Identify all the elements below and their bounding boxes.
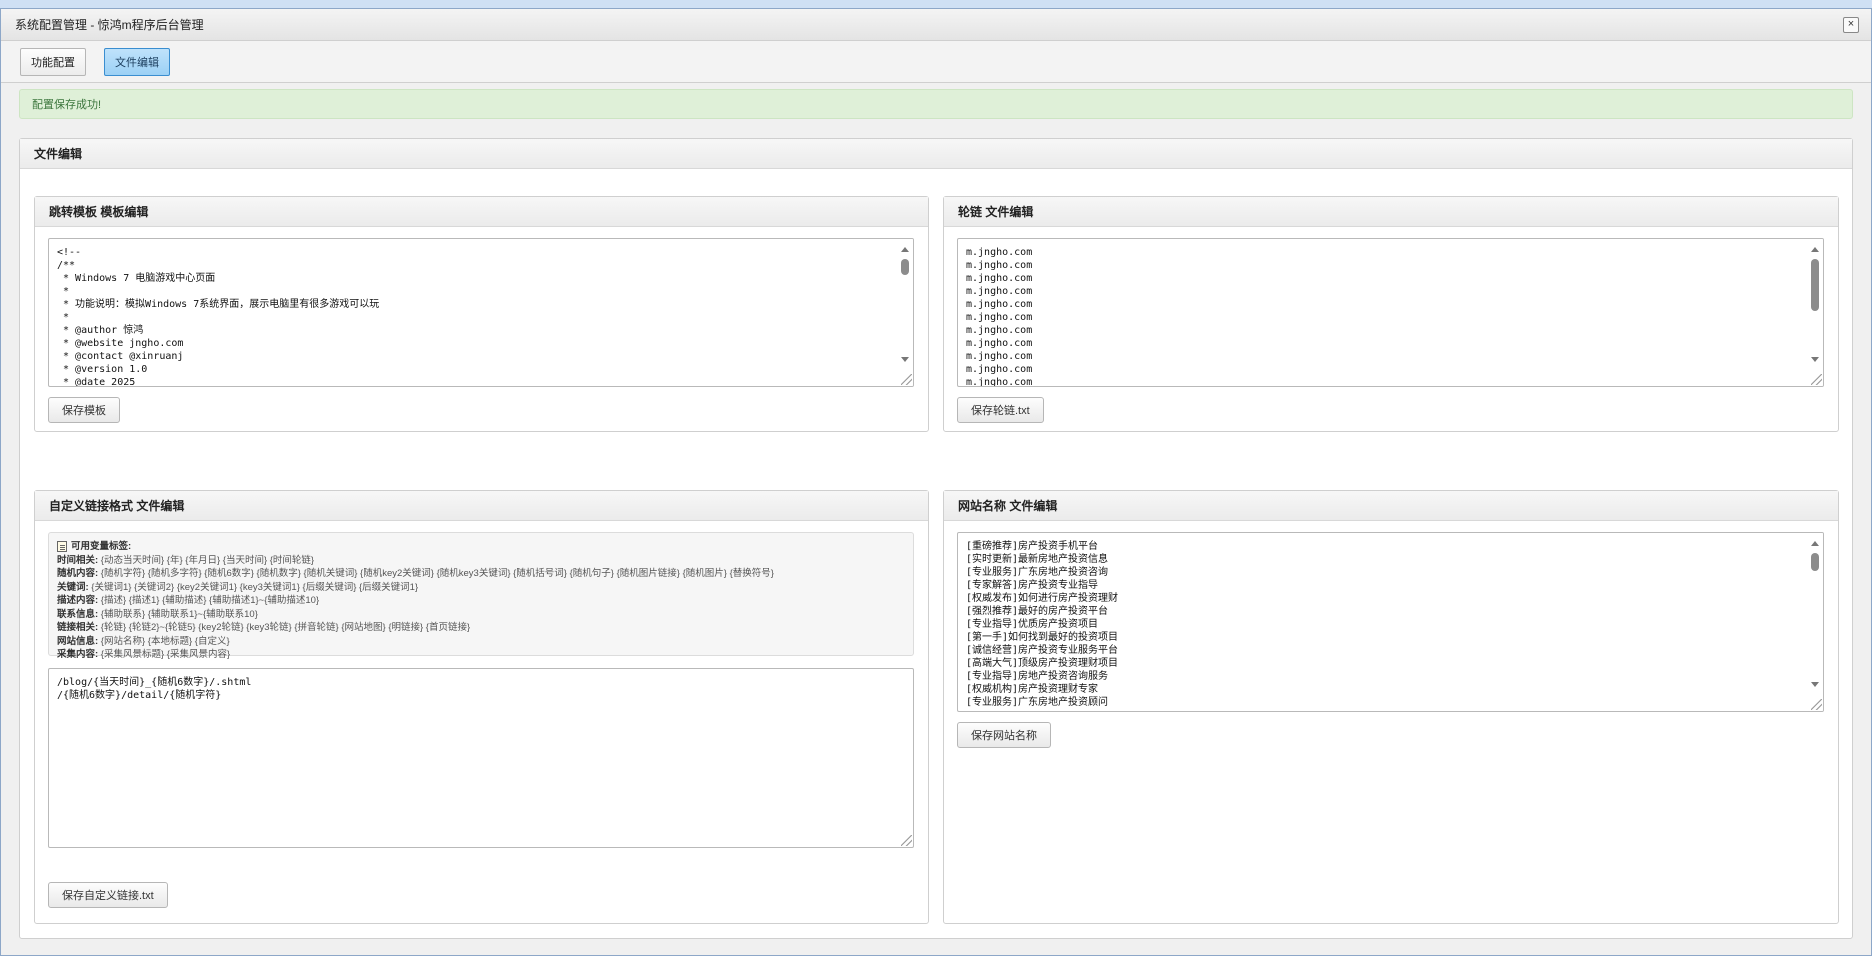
- variable-row: 采集内容: {采集风景标题} {采集风景内容}: [57, 648, 905, 662]
- variable-values: {轮链} {轮链2}~{轮链5} {key2轮链} {key3轮链} {拼音轮链…: [98, 622, 471, 633]
- variable-values: {辅助联系} {辅助联系1}~{辅助联系10}: [98, 608, 258, 620]
- variable-values: {随机字符} {随机多字符} {随机6数字} {随机数字} {随机关键词} {随…: [98, 568, 774, 579]
- site-name-editor-content: [重磅推荐]房产投资手机平台 [实时更新]最新房地产投资信息 [专业服务]广东房…: [966, 541, 1119, 708]
- window-title: 系统配置管理 - 惊鸿m程序后台管理: [15, 18, 204, 32]
- variable-values: {采集风景标题} {采集风景内容}: [98, 649, 231, 660]
- resize-grip-icon[interactable]: [1811, 699, 1822, 710]
- template-editor[interactable]: <!-- /** * Windows 7 电脑游戏中心页面 * * 功能说明：模…: [48, 238, 914, 387]
- resize-grip-icon[interactable]: [901, 835, 912, 846]
- success-alert: 配置保存成功!: [19, 89, 1853, 119]
- scroll-up-icon[interactable]: [1811, 541, 1819, 546]
- variable-row: 描述内容: {描述} {描述1} {辅助描述} {辅助描述1}~{辅助描述10}: [57, 594, 905, 608]
- scroll-thumb[interactable]: [1811, 553, 1819, 571]
- tab-function-config[interactable]: 功能配置: [20, 47, 86, 76]
- variable-key: 描述内容:: [57, 595, 99, 606]
- variable-row: 时间相关: {动态当天时间} {年} {年月日} {当天时间} {时间轮链}: [57, 554, 905, 568]
- variable-key: 时间相关:: [57, 554, 99, 566]
- title-bar: 系统配置管理 - 惊鸿m程序后台管理 ×: [1, 9, 1871, 41]
- variable-key: 网站信息:: [57, 635, 99, 647]
- save-site-name-button[interactable]: 保存网站名称: [957, 722, 1051, 748]
- template-panel-title: 跳转模板 模板编辑: [35, 197, 928, 227]
- resize-grip-icon[interactable]: [1811, 374, 1822, 385]
- variable-key: 采集内容:: [57, 649, 99, 660]
- carousel-editor-content: m.jngho.com m.jngho.com m.jngho.com m.jn…: [966, 247, 1033, 387]
- resize-grip-icon[interactable]: [901, 374, 912, 385]
- variable-row: 链接相关: {轮链} {轮链2}~{轮链5} {key2轮链} {key3轮链}…: [57, 621, 905, 635]
- memo-icon: [57, 541, 67, 553]
- scroll-thumb[interactable]: [901, 259, 909, 275]
- carousel-panel-title: 轮链 文件编辑: [944, 197, 1838, 227]
- variable-values: {网站名称} {本地标题} {自定义}: [98, 635, 230, 647]
- scroll-thumb[interactable]: [1811, 259, 1819, 311]
- scroll-up-icon[interactable]: [901, 247, 909, 252]
- variables-help-box: 可用变量标签: 时间相关: {动态当天时间} {年} {年月日} {当天时间} …: [48, 532, 914, 660]
- custom-link-panel: 自定义链接格式 文件编辑 可用变量标签: 时间相关: {动态当天时间} {年} …: [34, 490, 929, 924]
- site-name-editor[interactable]: [重磅推荐]房产投资手机平台 [实时更新]最新房地产投资信息 [专业服务]广东房…: [957, 532, 1824, 712]
- variables-header: 可用变量标签:: [57, 540, 905, 554]
- scroll-down-icon[interactable]: [1811, 682, 1819, 687]
- site-name-panel: 网站名称 文件编辑 [重磅推荐]房产投资手机平台 [实时更新]最新房地产投资信息…: [943, 490, 1839, 924]
- save-carousel-button[interactable]: 保存轮链.txt: [957, 397, 1044, 423]
- scroll-up-icon[interactable]: [1811, 247, 1819, 252]
- file-edit-section: 文件编辑 跳转模板 模板编辑 <!-- /** * Windows 7 电脑游戏…: [19, 138, 1853, 939]
- variable-key: 链接相关:: [57, 622, 99, 633]
- scroll-down-icon[interactable]: [901, 357, 909, 362]
- variable-row: 随机内容: {随机字符} {随机多字符} {随机6数字} {随机数字} {随机关…: [57, 567, 905, 581]
- tab-bar: 功能配置 文件编辑: [1, 41, 1871, 83]
- variable-values: {关键词1} {关键词2} {key2关键词1} {key3关键词1} {后缀关…: [88, 581, 419, 593]
- close-button[interactable]: ×: [1843, 16, 1859, 33]
- variable-row: 联系信息: {辅助联系} {辅助联系1}~{辅助联系10}: [57, 608, 905, 622]
- template-editor-content: <!-- /** * Windows 7 电脑游戏中心页面 * * 功能说明：模…: [57, 247, 380, 387]
- save-template-button[interactable]: 保存模板: [48, 397, 120, 423]
- variables-title: 可用变量标签:: [71, 541, 132, 552]
- variable-row: 网站信息: {网站名称} {本地标题} {自定义}: [57, 635, 905, 649]
- custom-link-editor[interactable]: /blog/{当天时间}_{随机6数字}/.shtml /{随机6数字}/det…: [48, 668, 914, 848]
- site-name-panel-title: 网站名称 文件编辑: [944, 491, 1838, 521]
- section-title: 文件编辑: [20, 139, 1852, 169]
- custom-link-panel-title: 自定义链接格式 文件编辑: [35, 491, 928, 521]
- carousel-panel: 轮链 文件编辑 m.jngho.com m.jngho.com m.jngho.…: [943, 196, 1839, 432]
- custom-link-editor-content: /blog/{当天时间}_{随机6数字}/.shtml /{随机6数字}/det…: [57, 677, 252, 701]
- carousel-editor[interactable]: m.jngho.com m.jngho.com m.jngho.com m.jn…: [957, 238, 1824, 387]
- variable-key: 联系信息:: [57, 608, 99, 620]
- carousel-scrollbar[interactable]: [1806, 239, 1823, 386]
- template-scrollbar[interactable]: [896, 239, 913, 386]
- variable-key: 随机内容:: [57, 568, 99, 579]
- variable-values: {描述} {描述1} {辅助描述} {辅助描述1}~{辅助描述10}: [98, 595, 320, 606]
- variable-row: 关键词: {关键词1} {关键词2} {key2关键词1} {key3关键词1}…: [57, 581, 905, 595]
- save-custom-link-button[interactable]: 保存自定义链接.txt: [48, 882, 168, 908]
- site-name-scrollbar[interactable]: [1806, 533, 1823, 711]
- variable-key: 关键词:: [57, 581, 89, 593]
- variable-values: {动态当天时间} {年} {年月日} {当天时间} {时间轮链}: [98, 554, 315, 566]
- tab-file-edit[interactable]: 文件编辑: [104, 47, 170, 76]
- template-panel: 跳转模板 模板编辑 <!-- /** * Windows 7 电脑游戏中心页面 …: [34, 196, 929, 432]
- scroll-down-icon[interactable]: [1811, 357, 1819, 362]
